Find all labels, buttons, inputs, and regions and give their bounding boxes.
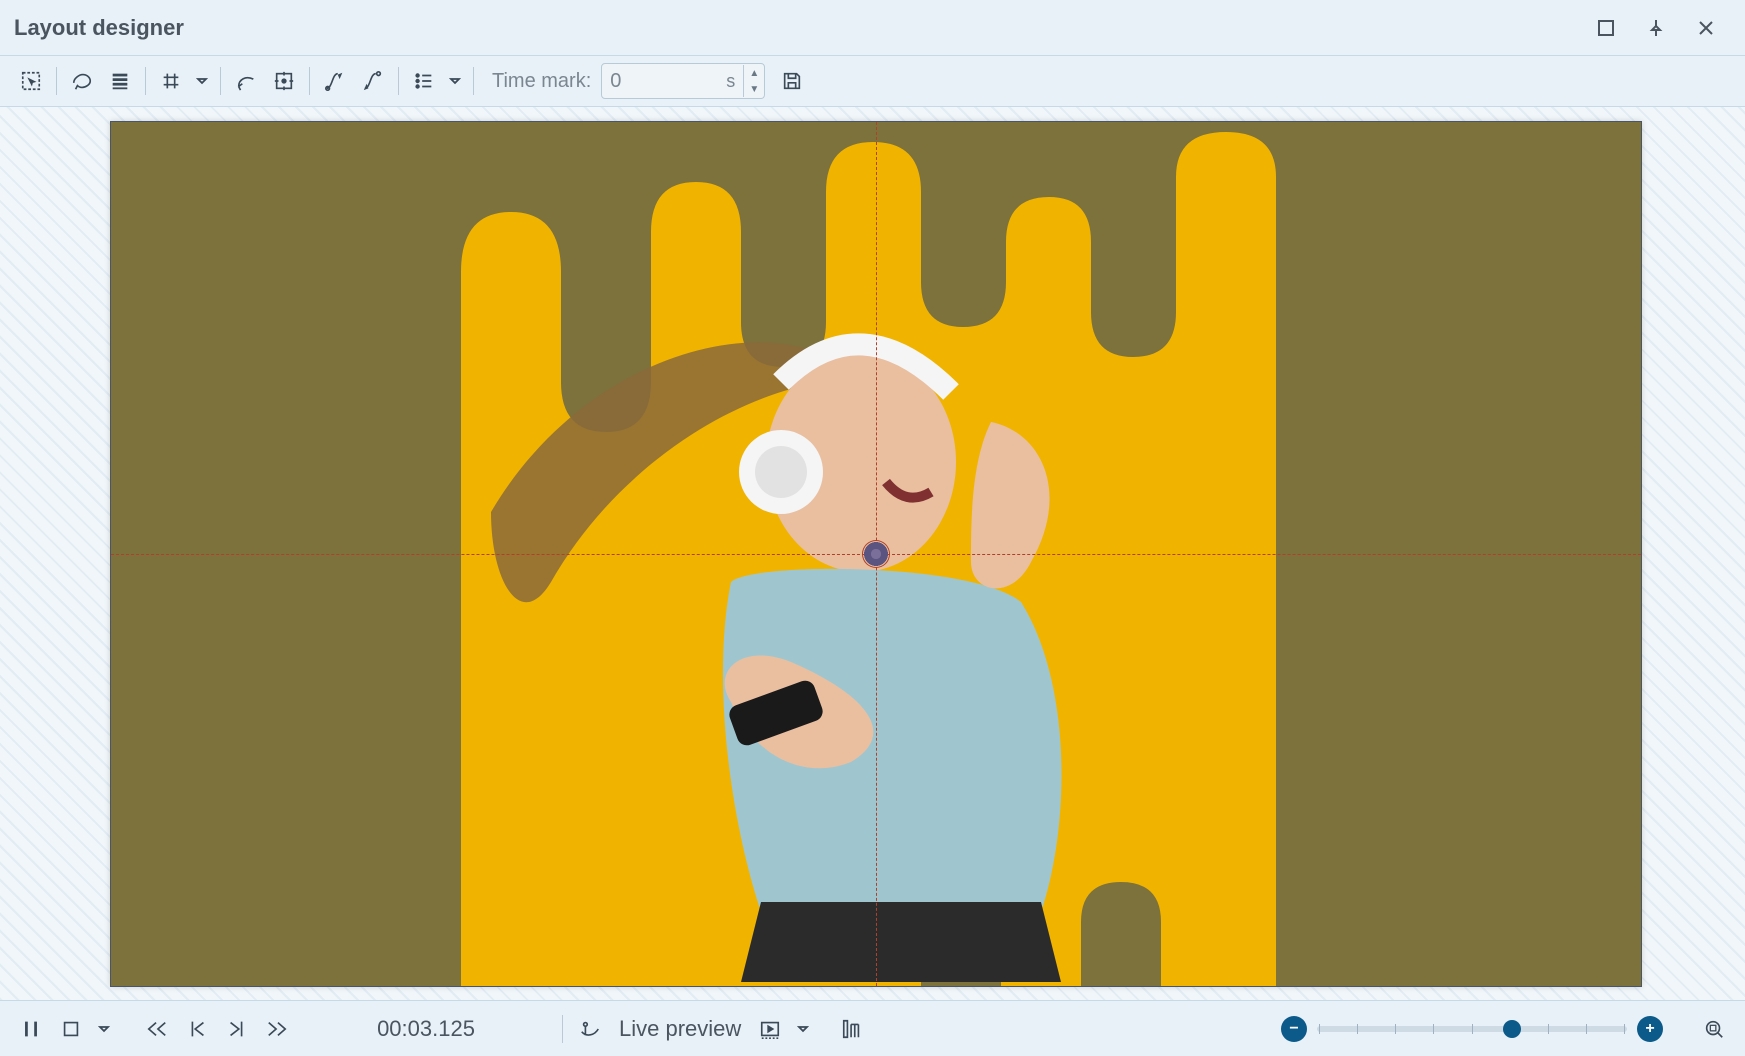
time-mark-field[interactable]: s ▲ ▼ xyxy=(601,63,765,99)
stop-menu-chevron-down-icon[interactable] xyxy=(94,1012,114,1046)
center-marker-icon[interactable] xyxy=(862,540,890,568)
top-toolbar: Time mark: s ▲ ▼ xyxy=(0,56,1745,107)
separator xyxy=(309,67,310,95)
rewind-icon[interactable] xyxy=(140,1012,174,1046)
time-mark-step-down-icon[interactable]: ▼ xyxy=(744,81,764,97)
preview-mode-chevron-down-icon[interactable] xyxy=(793,1012,813,1046)
preview-mode-icon[interactable] xyxy=(753,1012,787,1046)
close-icon[interactable] xyxy=(1681,8,1731,48)
separator xyxy=(145,67,146,95)
ruler-icon[interactable] xyxy=(835,1012,869,1046)
undo-path-icon[interactable] xyxy=(229,64,263,98)
zoom-in-icon[interactable]: + xyxy=(1637,1016,1663,1042)
save-icon[interactable] xyxy=(775,64,809,98)
prev-frame-icon[interactable] xyxy=(180,1012,214,1046)
time-mark-unit: s xyxy=(718,71,743,92)
next-frame-icon[interactable] xyxy=(220,1012,254,1046)
list-menu-chevron-down-icon[interactable] xyxy=(445,64,465,98)
zoom-slider[interactable] xyxy=(1317,1026,1627,1032)
panel-title: Layout designer xyxy=(14,15,1581,41)
bottom-toolbar: 00:03.125 Live preview − + xyxy=(0,1000,1745,1056)
eye-icon[interactable] xyxy=(573,1012,607,1046)
separator xyxy=(562,1015,563,1043)
grid-icon[interactable] xyxy=(154,64,188,98)
layers-icon[interactable] xyxy=(103,64,137,98)
time-readout: 00:03.125 xyxy=(346,1016,506,1042)
canvas-area xyxy=(0,107,1745,1000)
target-icon[interactable] xyxy=(267,64,301,98)
lasso-icon[interactable] xyxy=(65,64,99,98)
pause-icon[interactable] xyxy=(14,1012,48,1046)
bezier-out-icon[interactable] xyxy=(356,64,390,98)
zoom-fit-icon[interactable] xyxy=(1697,1012,1731,1046)
canvas-stage[interactable] xyxy=(110,121,1642,987)
separator xyxy=(473,67,474,95)
titlebar: Layout designer xyxy=(0,0,1745,56)
list-icon[interactable] xyxy=(407,64,441,98)
pin-icon[interactable] xyxy=(1631,8,1681,48)
select-rect-icon[interactable] xyxy=(14,64,48,98)
zoom-control: − + xyxy=(1281,1012,1731,1046)
fast-forward-icon[interactable] xyxy=(260,1012,294,1046)
maximize-icon[interactable] xyxy=(1581,8,1631,48)
time-mark-label: Time mark: xyxy=(492,70,591,93)
live-preview-label: Live preview xyxy=(619,1016,741,1042)
zoom-thumb[interactable] xyxy=(1503,1020,1521,1038)
bezier-in-icon[interactable] xyxy=(318,64,352,98)
separator xyxy=(220,67,221,95)
grid-menu-chevron-down-icon[interactable] xyxy=(192,64,212,98)
separator xyxy=(398,67,399,95)
stop-icon[interactable] xyxy=(54,1012,88,1046)
time-mark-input[interactable] xyxy=(602,64,718,98)
zoom-out-icon[interactable]: − xyxy=(1281,1016,1307,1042)
separator xyxy=(56,67,57,95)
time-mark-step-up-icon[interactable]: ▲ xyxy=(744,65,764,81)
